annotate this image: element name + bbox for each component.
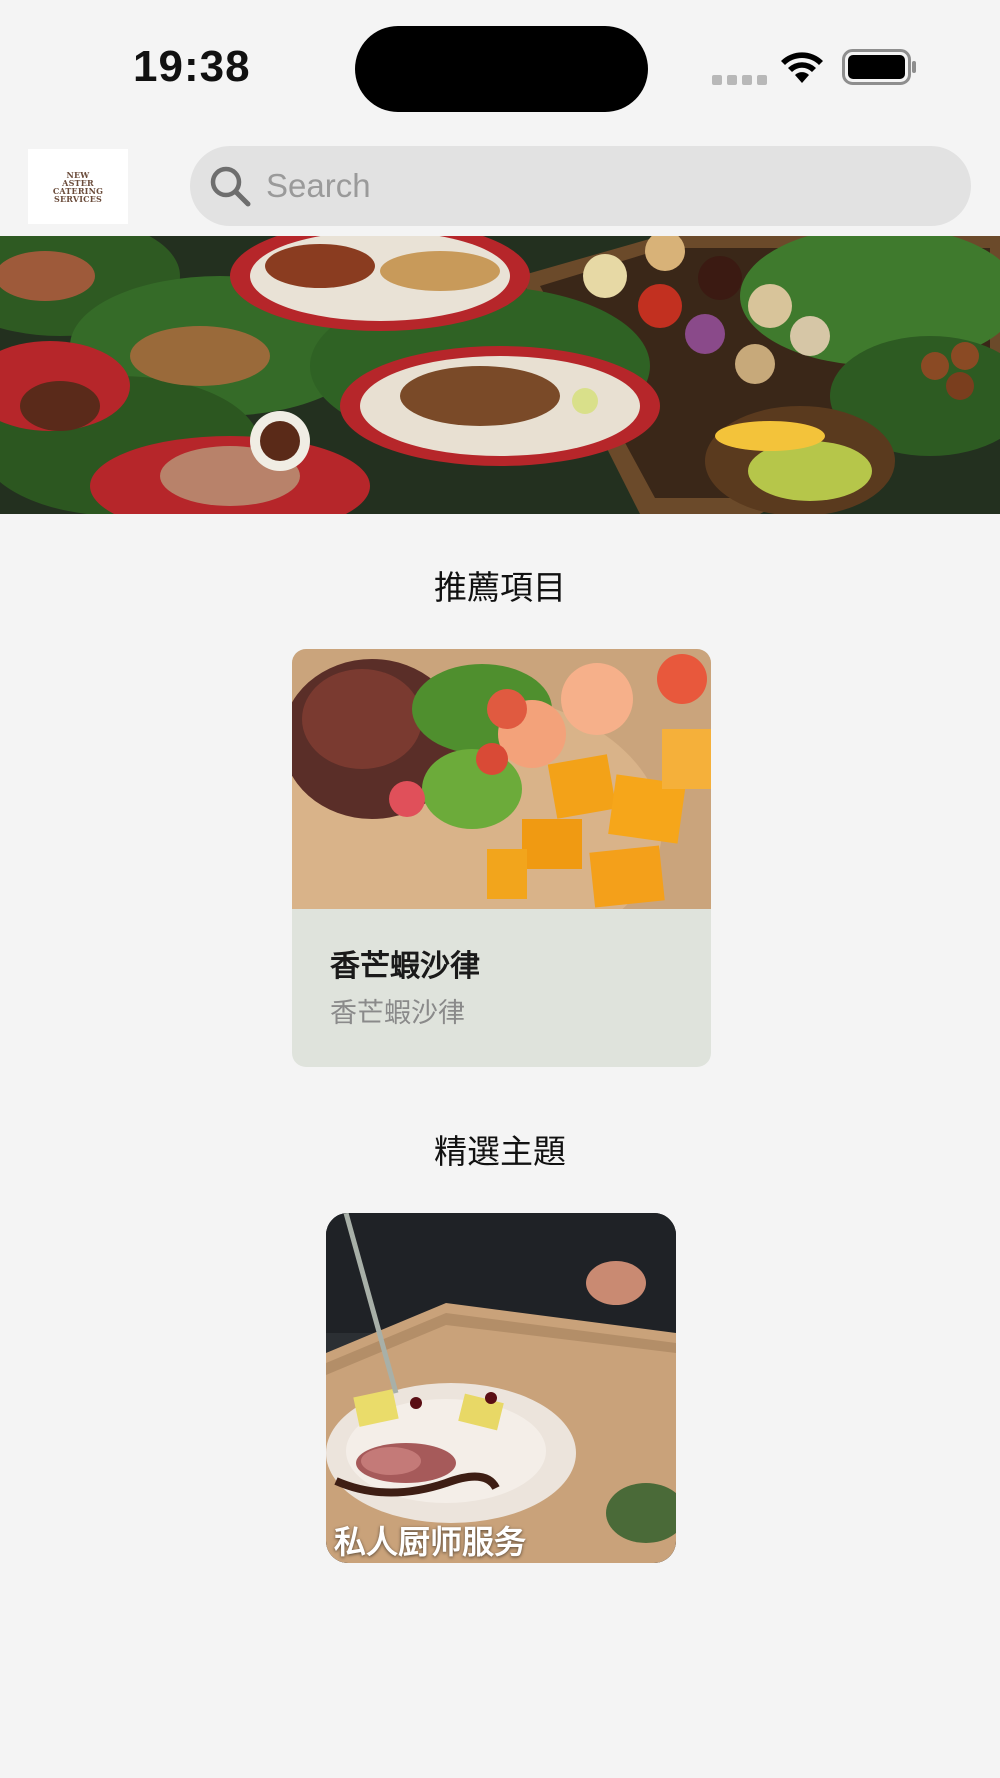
recommended-item-name: 香芒蝦沙律 bbox=[330, 949, 480, 984]
recommended-item-image bbox=[292, 649, 711, 909]
cellular-signal-icon bbox=[712, 75, 767, 85]
search-bar[interactable] bbox=[190, 146, 971, 226]
wifi-icon bbox=[781, 52, 823, 83]
brand-logo[interactable]: NEW ASTER CATERING SERVICES bbox=[28, 149, 128, 224]
logo-line: SERVICES bbox=[53, 193, 103, 204]
search-input[interactable] bbox=[266, 156, 906, 216]
hero-banner-image bbox=[0, 236, 1000, 514]
featured-section-title: 精選主題 bbox=[434, 1132, 566, 1171]
featured-theme-image bbox=[326, 1213, 676, 1563]
featured-theme-card[interactable]: 私人厨师服务 bbox=[326, 1213, 676, 1563]
dynamic-island bbox=[355, 26, 648, 112]
app-screen: 19:38 NEW ASTER CATERING SERVICES Search… bbox=[0, 0, 1000, 1778]
search-icon bbox=[210, 166, 251, 207]
featured-theme-label: 私人厨师服务 bbox=[334, 1523, 527, 1561]
recommended-section-title: 推薦項目 bbox=[434, 568, 566, 607]
recommended-item-subtitle: 香芒蝦沙律 bbox=[330, 998, 465, 1029]
battery-icon bbox=[842, 49, 916, 85]
recommended-card[interactable]: 香芒蝦沙律 香芒蝦沙律 bbox=[292, 649, 711, 1067]
status-time: 19:38 bbox=[133, 42, 251, 91]
